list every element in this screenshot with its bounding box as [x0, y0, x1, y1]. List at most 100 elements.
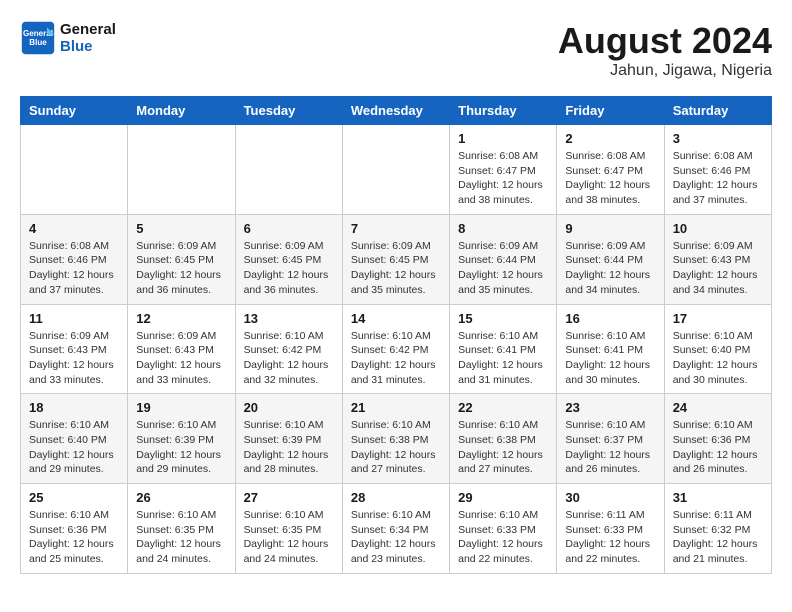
day-number: 26 — [136, 490, 226, 505]
day-info: Sunrise: 6:10 AM Sunset: 6:42 PM Dayligh… — [351, 329, 441, 388]
day-info: Sunrise: 6:10 AM Sunset: 6:41 PM Dayligh… — [458, 329, 548, 388]
day-info: Sunrise: 6:09 AM Sunset: 6:43 PM Dayligh… — [136, 329, 226, 388]
calendar-cell: 8 Sunrise: 6:09 AM Sunset: 6:44 PM Daylig… — [450, 214, 557, 304]
calendar-cell: 14 Sunrise: 6:10 AM Sunset: 6:42 PM Dayli… — [342, 304, 449, 394]
day-info: Sunrise: 6:10 AM Sunset: 6:39 PM Dayligh… — [244, 418, 334, 477]
calendar-cell: 5Sunrise: 6:09 AM Sunset: 6:45 PM Daylig… — [128, 214, 235, 304]
calendar-cell: 6 Sunrise: 6:09 AM Sunset: 6:45 PM Daylig… — [235, 214, 342, 304]
calendar-cell: 25 Sunrise: 6:10 AM Sunset: 6:36 PM Dayli… — [21, 484, 128, 574]
day-number: 9 — [565, 221, 655, 236]
column-header-monday: Monday — [128, 97, 235, 125]
calendar-cell: 24Sunrise: 6:10 AM Sunset: 6:36 PM Dayli… — [664, 394, 771, 484]
day-number: 4 — [29, 221, 119, 236]
calendar-cell: 12Sunrise: 6:09 AM Sunset: 6:43 PM Dayli… — [128, 304, 235, 394]
calendar-cell: 4 Sunrise: 6:08 AM Sunset: 6:46 PM Daylig… — [21, 214, 128, 304]
day-info: Sunrise: 6:10 AM Sunset: 6:37 PM Dayligh… — [565, 418, 655, 477]
logo-icon: General Blue — [20, 20, 56, 56]
day-info: Sunrise: 6:10 AM Sunset: 6:42 PM Dayligh… — [244, 329, 334, 388]
calendar-week-row: 4 Sunrise: 6:08 AM Sunset: 6:46 PM Daylig… — [21, 214, 772, 304]
calendar-cell: 11 Sunrise: 6:09 AM Sunset: 6:43 PM Dayli… — [21, 304, 128, 394]
day-number: 1 — [458, 131, 548, 146]
day-number: 13 — [244, 311, 334, 326]
day-info: Sunrise: 6:08 AM Sunset: 6:46 PM Dayligh… — [673, 149, 763, 208]
page-header: General Blue General Blue August 2024 Ja… — [20, 20, 772, 80]
calendar-cell: 22Sunrise: 6:10 AM Sunset: 6:38 PM Dayli… — [450, 394, 557, 484]
logo-text: General Blue — [60, 21, 116, 55]
day-info: Sunrise: 6:09 AM Sunset: 6:45 PM Dayligh… — [351, 239, 441, 298]
day-info: Sunrise: 6:10 AM Sunset: 6:41 PM Dayligh… — [565, 329, 655, 388]
day-info: Sunrise: 6:10 AM Sunset: 6:34 PM Dayligh… — [351, 508, 441, 567]
day-info: Sunrise: 6:08 AM Sunset: 6:47 PM Dayligh… — [565, 149, 655, 208]
day-info: Sunrise: 6:09 AM Sunset: 6:44 PM Dayligh… — [458, 239, 548, 298]
column-header-thursday: Thursday — [450, 97, 557, 125]
calendar-cell — [128, 125, 235, 215]
day-number: 25 — [29, 490, 119, 505]
day-info: Sunrise: 6:08 AM Sunset: 6:47 PM Dayligh… — [458, 149, 548, 208]
day-number: 20 — [244, 400, 334, 415]
calendar-cell: 9 Sunrise: 6:09 AM Sunset: 6:44 PM Daylig… — [557, 214, 664, 304]
day-info: Sunrise: 6:10 AM Sunset: 6:38 PM Dayligh… — [351, 418, 441, 477]
day-info: Sunrise: 6:10 AM Sunset: 6:36 PM Dayligh… — [673, 418, 763, 477]
day-number: 14 — [351, 311, 441, 326]
day-number: 15 — [458, 311, 548, 326]
day-number: 6 — [244, 221, 334, 236]
day-info: Sunrise: 6:08 AM Sunset: 6:46 PM Dayligh… — [29, 239, 119, 298]
day-number: 21 — [351, 400, 441, 415]
day-number: 23 — [565, 400, 655, 415]
day-number: 10 — [673, 221, 763, 236]
day-info: Sunrise: 6:10 AM Sunset: 6:39 PM Dayligh… — [136, 418, 226, 477]
calendar-cell: 27 Sunrise: 6:10 AM Sunset: 6:35 PM Dayli… — [235, 484, 342, 574]
day-number: 2 — [565, 131, 655, 146]
month-year-title: August 2024 — [558, 20, 772, 62]
calendar-week-row: 25 Sunrise: 6:10 AM Sunset: 6:36 PM Dayli… — [21, 484, 772, 574]
day-info: Sunrise: 6:10 AM Sunset: 6:35 PM Dayligh… — [136, 508, 226, 567]
day-info: Sunrise: 6:11 AM Sunset: 6:32 PM Dayligh… — [673, 508, 763, 567]
day-info: Sunrise: 6:09 AM Sunset: 6:44 PM Dayligh… — [565, 239, 655, 298]
calendar-cell: 23 Sunrise: 6:10 AM Sunset: 6:37 PM Dayli… — [557, 394, 664, 484]
calendar-cell: 17 Sunrise: 6:10 AM Sunset: 6:40 PM Dayli… — [664, 304, 771, 394]
day-number: 29 — [458, 490, 548, 505]
day-info: Sunrise: 6:10 AM Sunset: 6:36 PM Dayligh… — [29, 508, 119, 567]
day-info: Sunrise: 6:10 AM Sunset: 6:40 PM Dayligh… — [673, 329, 763, 388]
day-number: 3 — [673, 131, 763, 146]
day-number: 18 — [29, 400, 119, 415]
day-info: Sunrise: 6:09 AM Sunset: 6:45 PM Dayligh… — [244, 239, 334, 298]
column-header-tuesday: Tuesday — [235, 97, 342, 125]
calendar-cell: 10Sunrise: 6:09 AM Sunset: 6:43 PM Dayli… — [664, 214, 771, 304]
day-info: Sunrise: 6:09 AM Sunset: 6:45 PM Dayligh… — [136, 239, 226, 298]
day-number: 11 — [29, 311, 119, 326]
day-number: 27 — [244, 490, 334, 505]
day-info: Sunrise: 6:09 AM Sunset: 6:43 PM Dayligh… — [29, 329, 119, 388]
calendar-week-row: 18Sunrise: 6:10 AM Sunset: 6:40 PM Dayli… — [21, 394, 772, 484]
column-header-friday: Friday — [557, 97, 664, 125]
calendar-cell: 16 Sunrise: 6:10 AM Sunset: 6:41 PM Dayli… — [557, 304, 664, 394]
calendar-table: SundayMondayTuesdayWednesdayThursdayFrid… — [20, 96, 772, 574]
calendar-cell — [235, 125, 342, 215]
calendar-cell: 30 Sunrise: 6:11 AM Sunset: 6:33 PM Dayli… — [557, 484, 664, 574]
column-header-sunday: Sunday — [21, 97, 128, 125]
calendar-cell: 15 Sunrise: 6:10 AM Sunset: 6:41 PM Dayli… — [450, 304, 557, 394]
day-info: Sunrise: 6:11 AM Sunset: 6:33 PM Dayligh… — [565, 508, 655, 567]
day-info: Sunrise: 6:10 AM Sunset: 6:35 PM Dayligh… — [244, 508, 334, 567]
logo: General Blue General Blue — [20, 20, 116, 56]
calendar-header-row: SundayMondayTuesdayWednesdayThursdayFrid… — [21, 97, 772, 125]
calendar-cell: 26 Sunrise: 6:10 AM Sunset: 6:35 PM Dayli… — [128, 484, 235, 574]
title-block: August 2024 Jahun, Jigawa, Nigeria — [558, 20, 772, 80]
calendar-week-row: 11 Sunrise: 6:09 AM Sunset: 6:43 PM Dayli… — [21, 304, 772, 394]
day-number: 16 — [565, 311, 655, 326]
day-number: 22 — [458, 400, 548, 415]
calendar-cell: 31Sunrise: 6:11 AM Sunset: 6:32 PM Dayli… — [664, 484, 771, 574]
calendar-cell: 21 Sunrise: 6:10 AM Sunset: 6:38 PM Dayli… — [342, 394, 449, 484]
calendar-cell: 7Sunrise: 6:09 AM Sunset: 6:45 PM Daylig… — [342, 214, 449, 304]
svg-text:Blue: Blue — [29, 38, 47, 47]
day-info: Sunrise: 6:10 AM Sunset: 6:33 PM Dayligh… — [458, 508, 548, 567]
day-number: 17 — [673, 311, 763, 326]
calendar-cell: 18Sunrise: 6:10 AM Sunset: 6:40 PM Dayli… — [21, 394, 128, 484]
day-number: 8 — [458, 221, 548, 236]
calendar-cell: 20 Sunrise: 6:10 AM Sunset: 6:39 PM Dayli… — [235, 394, 342, 484]
day-number: 30 — [565, 490, 655, 505]
calendar-cell: 19Sunrise: 6:10 AM Sunset: 6:39 PM Dayli… — [128, 394, 235, 484]
column-header-wednesday: Wednesday — [342, 97, 449, 125]
calendar-cell: 1 Sunrise: 6:08 AM Sunset: 6:47 PM Daylig… — [450, 125, 557, 215]
calendar-cell: 2 Sunrise: 6:08 AM Sunset: 6:47 PM Daylig… — [557, 125, 664, 215]
